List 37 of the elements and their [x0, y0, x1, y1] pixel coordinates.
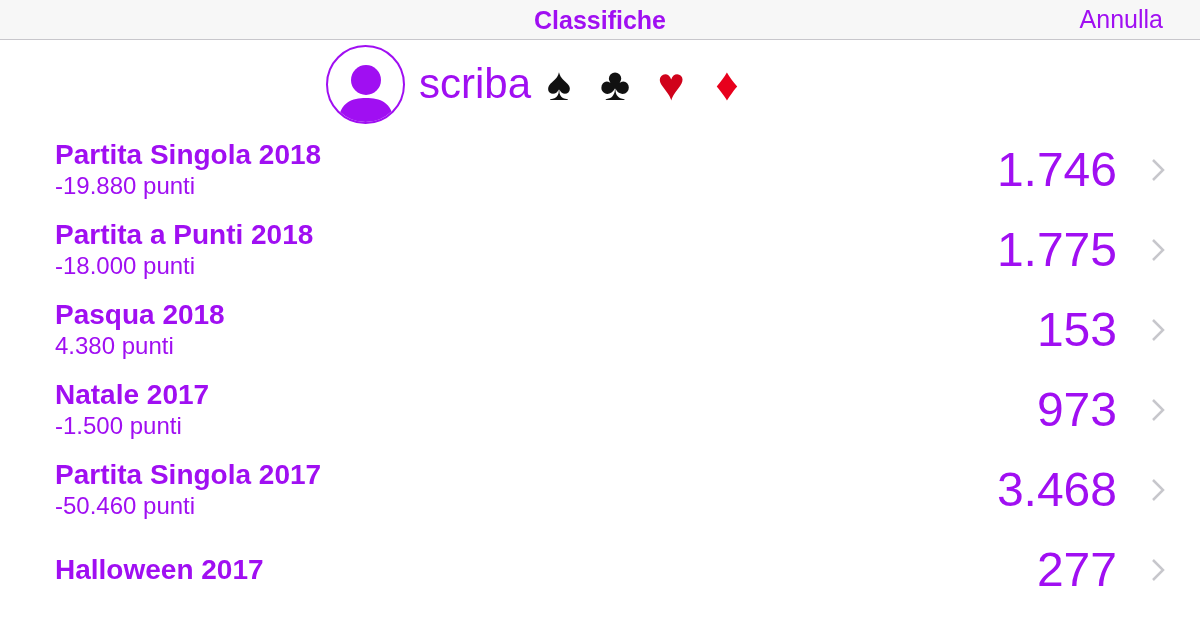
cancel-button[interactable]: Annulla: [1079, 4, 1163, 34]
points-text: -19.880 punti: [55, 171, 197, 201]
leaderboard-title: Partita Singola 2017: [55, 459, 323, 491]
chevron-icon: [1151, 318, 1165, 342]
points-text: -1.500 punti: [55, 411, 183, 441]
points-text: 4.380 punti: [55, 331, 175, 361]
rank-value: 1.775: [996, 222, 1117, 278]
screen-title: Classifiche: [534, 4, 666, 35]
player-name: scriba: [419, 59, 532, 109]
rank-value: 153: [1036, 302, 1117, 358]
leaderboard-row[interactable]: Halloween 2017 277: [0, 530, 1200, 610]
chevron-icon: [1151, 478, 1165, 502]
rank-value: 3.468: [996, 462, 1117, 518]
leaderboard-title: Halloween 2017: [55, 554, 265, 586]
suit-symbol: ♦: [714, 59, 740, 109]
leaderboard-row[interactable]: Partita Singola 2018 -19.880 punti 1.746: [0, 130, 1200, 210]
rank-value: 973: [1036, 382, 1117, 438]
suit-symbol: ♣: [598, 59, 632, 109]
points-text: -50.460 punti: [55, 491, 197, 521]
leaderboard-row[interactable]: Natale 2017 -1.500 punti 973: [0, 370, 1200, 450]
leaderboard-row[interactable]: Pasqua 2018 4.380 punti 153: [0, 290, 1200, 370]
avatar-icon: [326, 44, 405, 124]
chevron-icon: [1151, 398, 1165, 422]
chevron-icon: [1151, 158, 1165, 182]
leaderboard-title: Partita a Punti 2018: [55, 219, 315, 251]
leaderboard-row[interactable]: Partita Singola 2017 -50.460 punti 3.468: [0, 450, 1200, 530]
rank-value: 277: [1036, 542, 1117, 598]
points-text: -18.000 punti: [55, 251, 197, 281]
leaderboard-title: Partita Singola 2018: [55, 139, 323, 171]
leaderboard-row[interactable]: Partita a Punti 2018 -18.000 punti 1.775: [0, 210, 1200, 290]
leaderboard-title: Pasqua 2018: [55, 299, 226, 331]
chevron-icon: [1151, 238, 1165, 262]
suit-symbol: ♥: [656, 59, 686, 109]
chevron-icon: [1151, 558, 1165, 582]
leaderboard-title: Natale 2017: [55, 379, 211, 411]
rank-value: 1.746: [996, 142, 1117, 198]
suit-symbol: ♠: [545, 59, 573, 109]
